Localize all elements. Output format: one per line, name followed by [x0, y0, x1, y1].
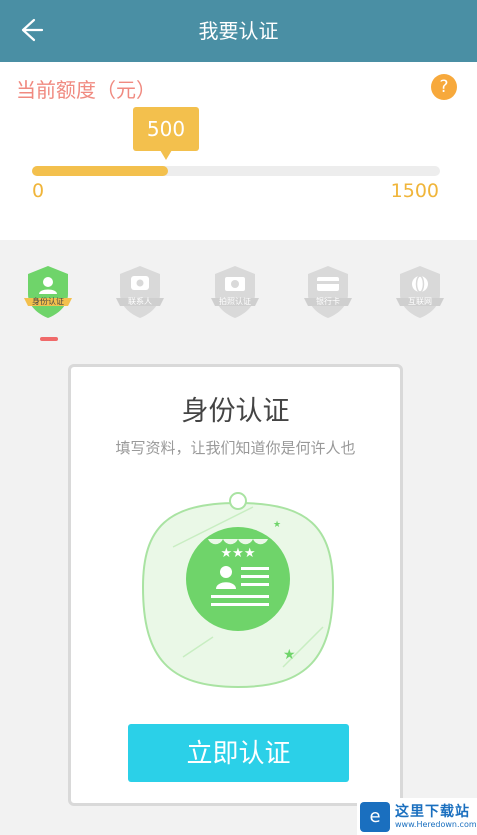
step-label: 银行卡	[316, 297, 340, 306]
verify-now-button[interactable]: 立即认证	[128, 724, 349, 782]
page-title: 我要认证	[198, 19, 279, 43]
camera-icon	[211, 266, 259, 318]
card-icon	[304, 266, 352, 318]
svg-text:★: ★	[273, 520, 281, 530]
help-icon[interactable]: ?	[431, 74, 457, 100]
step-photo[interactable]: 拍照认证	[205, 262, 265, 322]
identity-card: 身份认证 填写资料，让我们知道你是何许人也 ★★★ ★ ★ 立即认证	[68, 364, 403, 806]
step-internet[interactable]: 互联网	[390, 262, 450, 322]
watermark: e 这里下载站 www.Heredown.com	[357, 798, 477, 835]
verification-steps: 身份认证 联系人 拍照认证 银行卡 互联网	[0, 262, 477, 322]
step-label: 拍照认证	[219, 297, 251, 306]
credit-slider	[32, 166, 440, 176]
step-label: 身份认证	[32, 297, 64, 306]
step-bank-card[interactable]: 银行卡	[298, 262, 358, 322]
active-step-indicator	[40, 337, 58, 341]
step-label: 互联网	[408, 297, 432, 306]
min-value: 0	[32, 180, 45, 202]
max-value: 1500	[390, 180, 439, 202]
phone-icon	[116, 266, 164, 318]
card-subtitle: 填写资料，让我们知道你是何许人也	[115, 439, 356, 457]
watermark-title: 这里下载站	[395, 804, 470, 820]
svg-text:★★★: ★★★	[221, 546, 256, 561]
card-title: 身份认证	[181, 396, 290, 427]
step-identity[interactable]: 身份认证	[18, 262, 78, 322]
step-contacts[interactable]: 联系人	[110, 262, 170, 322]
id-tag-illustration: ★★★ ★ ★	[141, 492, 335, 689]
credit-fill	[32, 166, 168, 176]
svg-text:★: ★	[283, 647, 296, 663]
person-icon	[24, 266, 72, 318]
step-label: 联系人	[128, 297, 152, 306]
globe-icon	[396, 266, 444, 318]
credit-label: 当前额度（元）	[16, 78, 156, 102]
watermark-logo: e	[360, 802, 390, 832]
credit-panel: 当前额度（元） ? 500 0 1500	[0, 62, 477, 240]
top-bar: 我要认证	[0, 0, 477, 62]
watermark-url: www.Heredown.com	[395, 820, 477, 829]
current-value-bubble: 500	[133, 107, 199, 160]
